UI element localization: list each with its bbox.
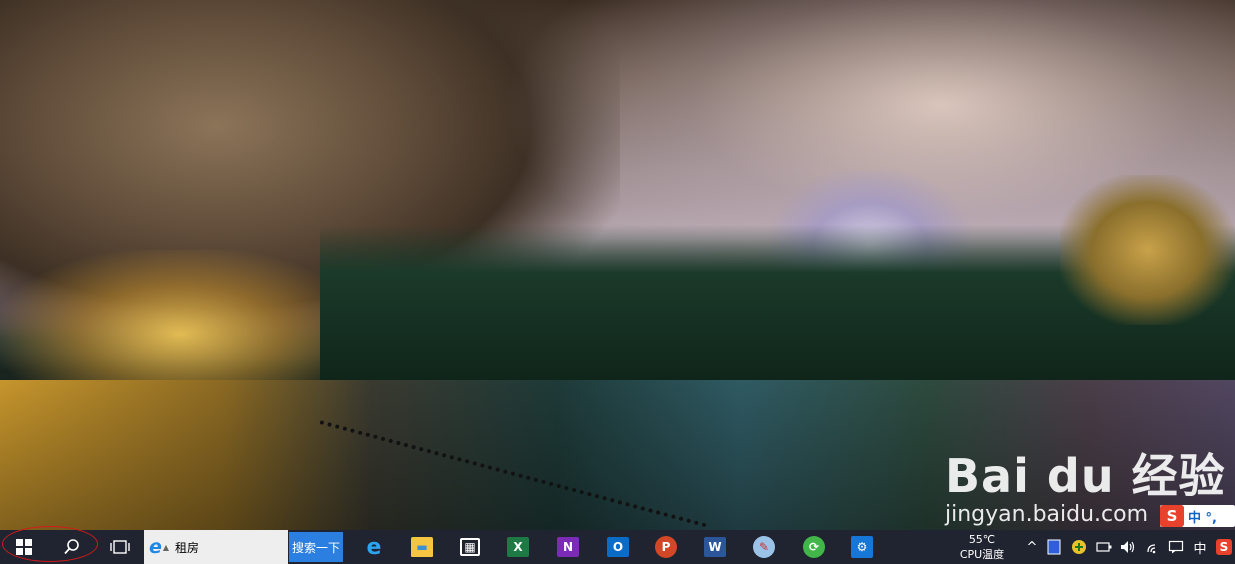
settings-icon: ⚙	[851, 536, 873, 558]
sogou-logo-icon: S	[1160, 505, 1184, 527]
volume-button[interactable]	[1117, 530, 1139, 564]
taskbar-app-refresh[interactable]: ⟳	[790, 530, 838, 564]
battery-icon	[1096, 542, 1112, 552]
cpu-temperature-value: 55℃	[968, 533, 996, 546]
task-view-icon	[110, 540, 130, 554]
taskbar-app-onenote[interactable]: N	[544, 530, 592, 564]
cpu-temperature-label: CPU温度	[959, 548, 1005, 561]
action-center-button[interactable]	[1165, 530, 1187, 564]
sogou-tray-button[interactable]: S	[1213, 530, 1235, 564]
cpu-temperature-widget[interactable]: 55℃ CPU温度	[950, 532, 1014, 564]
search-submit-button[interactable]: 搜索一下	[289, 532, 343, 562]
onenote-icon: N	[557, 537, 579, 557]
excel-icon: X	[507, 537, 529, 557]
taskbar-app-excel[interactable]: X	[494, 530, 542, 564]
refresh-app-icon: ⟳	[803, 536, 825, 558]
taskbar-search-box[interactable]: e ▲ 租房	[144, 530, 288, 564]
taskbar-app-word[interactable]: W	[691, 530, 739, 564]
paint-icon: ✎	[753, 536, 775, 558]
input-method-button[interactable]: 中	[1190, 530, 1210, 564]
word-icon: W	[704, 537, 726, 557]
battery-button[interactable]	[1093, 530, 1115, 564]
network-icon	[1147, 544, 1156, 554]
network-button[interactable]	[1143, 530, 1165, 564]
outlook-icon: O	[607, 537, 629, 557]
edge-icon: e	[366, 534, 382, 560]
wallpaper-autumn-tree	[1060, 175, 1235, 325]
taskbar-app-paint[interactable]: ✎	[740, 530, 788, 564]
sogou-tray-icon: S	[1216, 539, 1232, 555]
taskbar-app-store[interactable]: ▦	[446, 530, 494, 564]
message-icon	[1168, 540, 1184, 554]
taskbar-app-powerpoint[interactable]: P	[642, 530, 690, 564]
ime-label: 中	[1193, 541, 1207, 557]
sogou-ime-toolbar[interactable]: S 中 °,	[1160, 505, 1235, 527]
store-icon: ▦	[460, 538, 480, 556]
powerpoint-icon: P	[655, 536, 677, 558]
show-hidden-icons-button[interactable]: ^	[1022, 530, 1042, 564]
taskbar-app-edge[interactable]: e	[350, 530, 398, 564]
search-input[interactable]: 租房	[175, 539, 199, 556]
tray-app-icon	[1047, 539, 1061, 555]
desktop-wallpaper: Bai du 经验 jingyan.baidu.com	[0, 0, 1235, 530]
wallpaper-shore-lights	[0, 250, 360, 390]
watermark-site: jingyan.baidu.com	[945, 502, 1149, 527]
taskbar-app-file-explorer[interactable]: ▬	[398, 530, 446, 564]
tray-app-green[interactable]	[1068, 530, 1090, 564]
tray-app-blue[interactable]	[1044, 530, 1064, 564]
search-dropdown-icon[interactable]: ▲	[163, 543, 169, 552]
taskbar-app-settings[interactable]: ⚙	[838, 530, 886, 564]
taskbar-app-outlook[interactable]: O	[594, 530, 642, 564]
annotation-red-circle	[2, 526, 98, 562]
task-view-button[interactable]	[96, 530, 144, 564]
sogou-ime-mode[interactable]: 中 °,	[1188, 507, 1217, 526]
taskbar: e ▲ 租房 搜索一下 e ▬ ▦ X N O P W ✎ ⟳ ⚙ 55℃ CP…	[0, 530, 1235, 564]
file-explorer-icon: ▬	[411, 537, 433, 557]
chevron-up-icon: ^	[1026, 539, 1038, 555]
watermark-brand: Bai du 经验	[945, 449, 1226, 503]
volume-icon	[1121, 541, 1135, 553]
tray-plus-icon	[1072, 540, 1086, 554]
ie-icon: e	[149, 536, 162, 558]
